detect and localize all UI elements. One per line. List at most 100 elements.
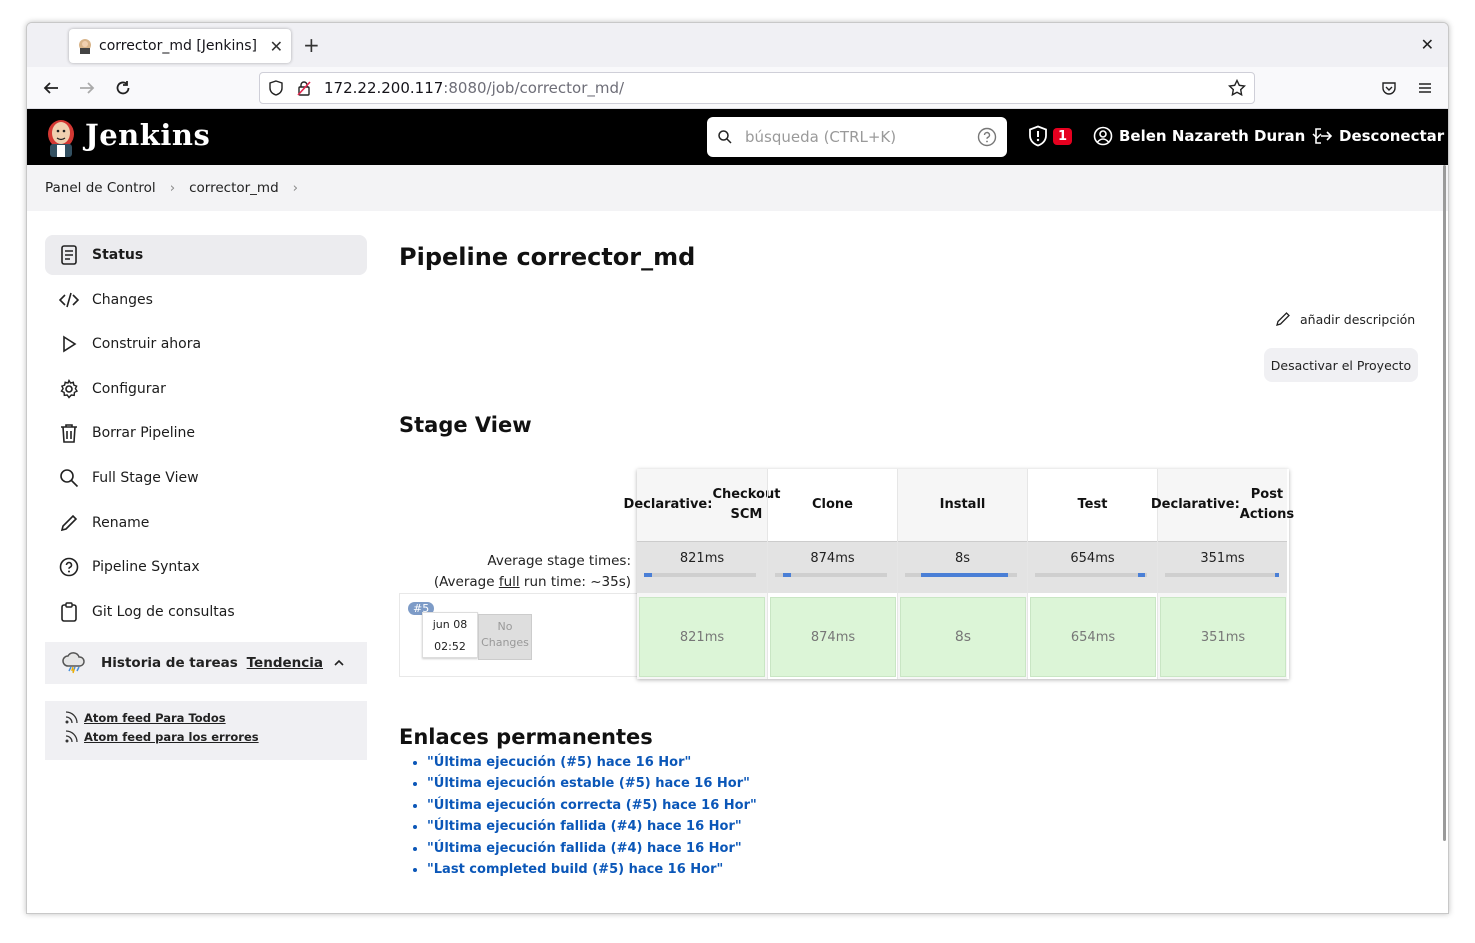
- list-item: "Última ejecución (#5) hace 16 Hor": [427, 755, 757, 776]
- permalink-last-stable[interactable]: "Última ejecución estable (#5) hace 16 H…: [427, 776, 750, 791]
- sidebar-item-changes[interactable]: Changes: [45, 280, 367, 320]
- stage-time-bar: [1035, 573, 1147, 577]
- forward-button[interactable]: [75, 76, 99, 100]
- shield-icon: [269, 80, 283, 96]
- sidebar-item-rename[interactable]: Rename: [45, 503, 367, 543]
- sidebar-item-label: Rename: [92, 514, 150, 531]
- sidebar-item-pipeline-syntax[interactable]: Pipeline Syntax: [45, 547, 367, 587]
- window-close-button[interactable]: ✕: [1421, 35, 1434, 54]
- page-scrollbar[interactable]: [1443, 165, 1446, 841]
- build-run-row[interactable]: #5 jun 08 02:52 No Changes: [399, 593, 637, 677]
- sidebar-item-delete-pipeline[interactable]: Borrar Pipeline: [45, 413, 367, 453]
- permalink-last-build[interactable]: "Última ejecución (#5) hace 16 Hor": [427, 755, 691, 770]
- search-box[interactable]: [707, 117, 1007, 157]
- stage-name-line-1: Install: [939, 497, 986, 512]
- stage-column: Declarative: Post Actions 351ms 351ms: [1151, 469, 1294, 679]
- build-date: jun 08 02:52: [422, 612, 478, 658]
- stage-header: Declarative: Post Actions: [1151, 469, 1294, 541]
- permalink-last-unsuccessful[interactable]: "Última ejecución fallida (#4) hace 16 H…: [427, 841, 742, 856]
- breadcrumb-chevron-icon: ›: [292, 180, 299, 196]
- feed-errors-row: Atom feed para los errores: [65, 730, 367, 744]
- stage-header: Declarative: Checkout SCM: [624, 469, 781, 541]
- stage-average-value: 8s: [954, 551, 971, 566]
- pencil-icon: [1276, 312, 1290, 326]
- sidebar-item-status[interactable]: Status: [45, 235, 367, 275]
- list-item: "Última ejecución fallida (#4) hace 16 H…: [427, 819, 757, 840]
- jenkins-brand[interactable]: Jenkins: [85, 118, 210, 152]
- help-icon[interactable]: [977, 127, 997, 147]
- bookmark-star-icon[interactable]: [1228, 79, 1246, 97]
- sidebar-item-build-now[interactable]: Construir ahora: [45, 324, 367, 364]
- average-stage-times-text: Average stage times:: [487, 553, 631, 569]
- permalinks-list: "Última ejecución (#5) hace 16 Hor" "Últ…: [427, 755, 757, 883]
- build-date-day: jun 08: [432, 618, 468, 631]
- new-tab-button[interactable]: +: [303, 35, 320, 55]
- search-icon: [59, 468, 79, 488]
- hamburger-menu-icon: [1419, 83, 1431, 93]
- security-shield-icon: [1029, 125, 1047, 147]
- tab-close-icon[interactable]: ✕: [270, 37, 283, 56]
- stage-result-cell[interactable]: 8s: [900, 597, 1026, 677]
- breadcrumb-dashboard[interactable]: Panel de Control: [45, 180, 156, 196]
- jenkins-logo-icon[interactable]: [45, 117, 77, 157]
- permalink-last-successful[interactable]: "Última ejecución correcta (#5) hace 16 …: [427, 798, 757, 813]
- stage-time-bar: [644, 573, 756, 577]
- list-item: "Last completed build (#5) hace 16 Hor": [427, 862, 757, 883]
- stage-average: 821ms: [637, 541, 767, 593]
- stage-time-bar: [905, 573, 1017, 577]
- pocket-button[interactable]: [1377, 76, 1401, 100]
- search-input[interactable]: [745, 128, 977, 146]
- insecure-lock-icon: [297, 81, 311, 96]
- stage-result-cell[interactable]: 874ms: [770, 597, 896, 677]
- stage-header-wrap: Install: [898, 469, 1027, 541]
- stage-column: Install 8s 8s: [897, 469, 1027, 679]
- stage-average: 654ms: [1028, 541, 1157, 593]
- stage-result-cell[interactable]: 654ms: [1030, 597, 1156, 677]
- user-menu[interactable]: Belen Nazareth Duran: [1093, 126, 1323, 146]
- user-avatar-icon: [1093, 126, 1113, 146]
- stage-name-line-1: Declarative:: [1150, 497, 1240, 512]
- browser-tab[interactable]: corrector_md [Jenkins] ✕: [69, 29, 291, 63]
- add-description-link[interactable]: añadir descripción: [1275, 311, 1415, 327]
- stage-time-bar-fill: [1138, 573, 1145, 577]
- chevron-up-icon[interactable]: [333, 657, 345, 669]
- stage-result-cell[interactable]: 821ms: [639, 597, 765, 677]
- feed-all-link[interactable]: Atom feed Para Todos: [84, 711, 226, 725]
- stage-table: Declarative: Checkout SCM 821ms 821ms Clone 8…: [624, 469, 1294, 679]
- back-arrow-icon: [43, 82, 58, 94]
- stage-average-value: 654ms: [1070, 551, 1115, 566]
- url-bar[interactable]: 172.22.200.117 :8080/job/corrector_md/: [259, 72, 1255, 104]
- security-alert[interactable]: 1: [1027, 125, 1073, 147]
- sidebar-item-label: Configurar: [92, 380, 166, 397]
- full-run-link[interactable]: full: [499, 574, 520, 590]
- disable-project-button[interactable]: Desactivar el Proyecto: [1264, 348, 1418, 382]
- sidebar-item-configure[interactable]: Configurar: [45, 369, 367, 409]
- url-path: :8080/job/corrector_md/: [443, 79, 625, 97]
- permalink-last-failed[interactable]: "Última ejecución fallida (#4) hace 16 H…: [427, 819, 742, 834]
- stage-header: Install: [898, 469, 1027, 541]
- url-host: 172.22.200.117: [324, 79, 444, 97]
- stage-name-line-2: Post Actions: [1239, 487, 1295, 522]
- stage-result-cell[interactable]: 351ms: [1160, 597, 1286, 677]
- sidebar: Status Changes Construir ahora Configura…: [45, 235, 367, 760]
- code-icon: [59, 290, 79, 310]
- weather-storm-icon: [62, 651, 85, 673]
- stage-header-wrap: Clone: [768, 469, 897, 541]
- stage-name-line-1: Declarative:: [623, 497, 713, 512]
- jenkins-header: Jenkins 1 Belen Nazareth Duran Desconect…: [27, 109, 1448, 165]
- back-button[interactable]: [39, 76, 63, 100]
- menu-button[interactable]: [1413, 76, 1437, 100]
- pencil-icon: [59, 513, 79, 533]
- reload-button[interactable]: [111, 76, 135, 100]
- sidebar-item-git-log[interactable]: Git Log de consultas: [45, 592, 367, 632]
- permalink-last-completed[interactable]: "Last completed build (#5) hace 16 Hor": [427, 862, 723, 877]
- stage-average-value: 874ms: [810, 551, 855, 566]
- breadcrumb-job[interactable]: corrector_md: [189, 180, 279, 196]
- sidebar-item-full-stage-view[interactable]: Full Stage View: [45, 458, 367, 498]
- logout-button[interactable]: Desconectar: [1313, 126, 1444, 146]
- trend-link[interactable]: Tendencia: [247, 655, 323, 671]
- clipboard-icon: [59, 602, 79, 622]
- feed-errors-link[interactable]: Atom feed para los errores: [84, 730, 259, 744]
- stage-header-wrap: Declarative: Post Actions: [1151, 469, 1294, 541]
- stage-view-title: Stage View: [399, 413, 532, 437]
